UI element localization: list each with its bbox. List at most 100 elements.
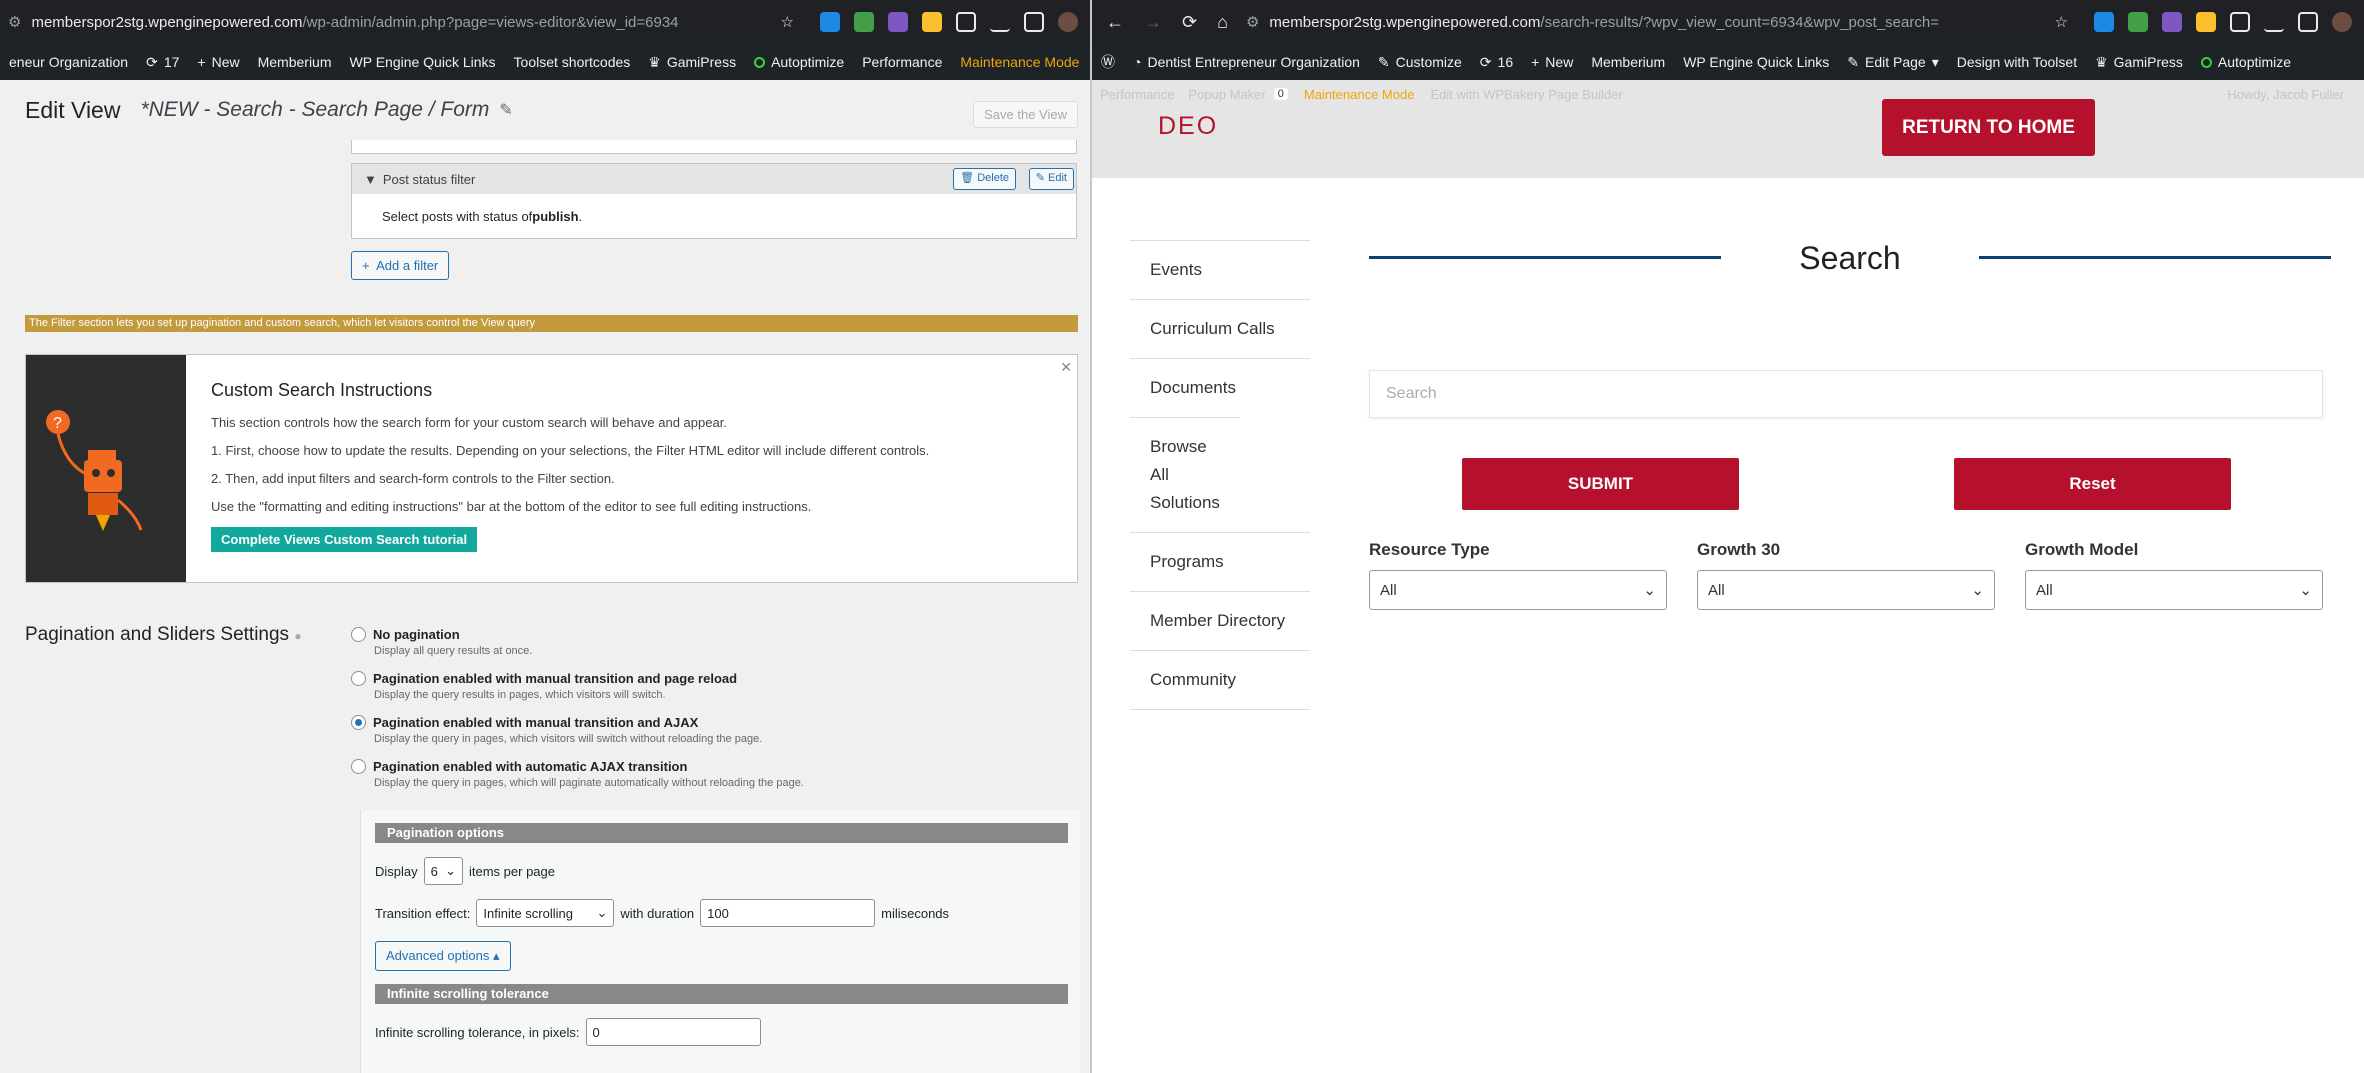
resource-type-select[interactable]: All ⌄: [1369, 570, 1667, 610]
tolerance-input[interactable]: 0: [585, 1018, 761, 1046]
funnel-icon: ▼: [364, 171, 377, 187]
adminbar-new[interactable]: + New: [1522, 54, 1582, 70]
duration-input[interactable]: 100: [700, 899, 876, 927]
radio-auto-ajax[interactable]: Pagination enabled with automatic AJAX t…: [351, 759, 804, 789]
radio-no-pagination[interactable]: No pagination Display all query results a…: [351, 627, 532, 657]
adminbar-toolset[interactable]: Toolset shortcodes: [505, 54, 640, 70]
growth-model-select[interactable]: All ⌄: [2025, 570, 2323, 610]
filter-title: Post status filter: [382, 171, 476, 187]
sidebar-item-community[interactable]: Community: [1130, 650, 1310, 710]
adminbar-howdy[interactable]: Howdy, Jacob Fuller: [2227, 87, 2344, 102]
adminbar-wpengine[interactable]: WP Engine Quick Links: [1674, 54, 1838, 70]
transition-select[interactable]: Infinite scrolling ⌄: [476, 899, 615, 927]
pencil-icon[interactable]: ✎: [499, 100, 512, 120]
adminbar-memberium[interactable]: Memberium: [249, 54, 341, 70]
customize-label: Customize: [1395, 54, 1462, 70]
wordpress-logo-icon[interactable]: Ⓦ: [1092, 52, 1124, 72]
updates-count: 17: [163, 54, 180, 70]
radio-button[interactable]: [351, 671, 366, 686]
caret-up-icon: ▴: [492, 948, 500, 963]
extension-icon[interactable]: [2196, 12, 2216, 32]
site-info-icon[interactable]: ⚙: [8, 13, 21, 31]
extension-icon[interactable]: [820, 12, 840, 32]
radio-button[interactable]: [351, 715, 366, 730]
advanced-options-button[interactable]: Advanced options ▴: [375, 941, 511, 971]
adminbar-wpbakery[interactable]: Edit with WPBakery Page Builder: [1430, 87, 1622, 102]
adminbar-maintenance[interactable]: Maintenance Mode: [951, 54, 1088, 70]
radio-manual-ajax[interactable]: Pagination enabled with manual transitio…: [351, 715, 762, 745]
sidebar-item-programs[interactable]: Programs: [1130, 532, 1310, 591]
growth-30-select[interactable]: All ⌄: [1697, 570, 1995, 610]
adminbar-autoptimize[interactable]: Autoptimize: [2192, 54, 2300, 70]
adminbar-site[interactable]: eneur Organization: [0, 54, 137, 70]
address-bar[interactable]: ← → ⟳ ⌂ ⚙ memberspor2stg.wpenginepowered…: [1092, 0, 2364, 44]
adminbar-new[interactable]: + New: [188, 54, 248, 70]
adminbar-updates[interactable]: ⟳ 16: [1471, 54, 1522, 71]
puzzle-icon[interactable]: [956, 12, 976, 32]
extension-icon[interactable]: [922, 12, 942, 32]
extension-icon[interactable]: [2094, 12, 2114, 32]
items-per-page-select[interactable]: 6 ⌄: [423, 857, 463, 885]
filter-label: Resource Type: [1369, 540, 1490, 559]
adminbar-updates[interactable]: ⟳ 17: [137, 54, 188, 71]
url-text[interactable]: memberspor2stg.wpenginepowered.com/searc…: [1269, 14, 2054, 31]
help-icon[interactable]: ●: [294, 629, 301, 643]
adminbar-memberium[interactable]: Memberium: [1582, 54, 1674, 70]
chevron-down-icon: ⌄: [445, 863, 456, 878]
tutorial-button[interactable]: Complete Views Custom Search tutorial: [211, 527, 478, 552]
adminbar-popup-maker[interactable]: Popup Maker: [1188, 87, 1265, 102]
home-icon[interactable]: ⌂: [1217, 12, 1228, 33]
return-home-button[interactable]: RETURN TO HOME: [1882, 99, 2095, 156]
url-text[interactable]: memberspor2stg.wpenginepowered.com/wp-ad…: [31, 14, 780, 31]
adminbar-gamipress[interactable]: ♛ GamiPress: [2086, 54, 2192, 71]
tolerance-header: Infinite scrolling tolerance: [375, 984, 1068, 1004]
adminbar-toolset[interactable]: Design with Toolset: [1948, 54, 2086, 70]
adminbar-edit-page[interactable]: ✎ Edit Page ▾: [1838, 54, 1947, 71]
extension-icon[interactable]: [2128, 12, 2148, 32]
sidebar-item-events[interactable]: Events: [1130, 240, 1310, 299]
avatar[interactable]: [1058, 12, 1078, 32]
back-icon[interactable]: ←: [1106, 12, 1124, 33]
radio-manual-reload[interactable]: Pagination enabled with manual transitio…: [351, 671, 737, 701]
adminbar-performance[interactable]: Performance: [853, 54, 951, 70]
sidebar-item-browse-all-solutions[interactable]: Browse All Solutions: [1130, 417, 1240, 532]
add-filter-button[interactable]: + Add a filter: [351, 251, 450, 280]
adminbar-wpengine[interactable]: WP Engine Quick Links: [341, 54, 505, 70]
adminbar-maintenance[interactable]: Maintenance Mode: [1304, 87, 1415, 102]
bookmark-star-icon[interactable]: ☆: [2055, 13, 2068, 31]
sidebar-item-documents[interactable]: Documents: [1130, 358, 1310, 417]
download-icon[interactable]: [990, 12, 1010, 32]
radio-button[interactable]: [351, 627, 366, 642]
sidebar-item-curriculum-calls[interactable]: Curriculum Calls: [1130, 299, 1310, 358]
sidebar-icon[interactable]: [1024, 12, 1044, 32]
radio-button[interactable]: [351, 759, 366, 774]
address-bar[interactable]: ⚙ memberspor2stg.wpenginepowered.com/wp-…: [0, 0, 1090, 44]
puzzle-icon[interactable]: [2230, 12, 2250, 32]
submit-button[interactable]: SUBMIT: [1462, 458, 1739, 510]
delete-filter-button[interactable]: 🗑 Delete: [953, 168, 1016, 190]
adminbar-customize[interactable]: ✎ Customize: [1369, 54, 1471, 71]
edit-filter-button[interactable]: ✎ Edit: [1028, 168, 1074, 190]
reload-icon[interactable]: ⟳: [1182, 12, 1197, 33]
extension-icon[interactable]: [2162, 12, 2182, 32]
reset-button[interactable]: Reset: [1954, 458, 2231, 510]
sidebar-icon[interactable]: [2298, 12, 2318, 32]
adminbar-autoptimize[interactable]: Autoptimize: [745, 54, 853, 70]
adminbar-performance[interactable]: Performance: [1100, 87, 1174, 102]
site-info-icon[interactable]: ⚙: [1246, 13, 1259, 31]
adminbar-site[interactable]: ◔ Dentist Entrepreneur Organization: [1124, 54, 1369, 70]
avatar[interactable]: [2332, 12, 2352, 32]
forward-icon[interactable]: →: [1144, 12, 1162, 33]
download-icon[interactable]: [2264, 12, 2284, 32]
sidebar-item-member-directory[interactable]: Member Directory: [1130, 591, 1310, 650]
svg-text:?: ?: [53, 415, 62, 432]
search-input[interactable]: Search: [1369, 370, 2323, 418]
site-logo[interactable]: DEO: [1158, 112, 1218, 141]
view-name[interactable]: *NEW - Search - Search Page / Form: [140, 98, 489, 122]
adminbar-gamipress[interactable]: ♛ GamiPress: [639, 54, 745, 71]
extension-icon[interactable]: [854, 12, 874, 32]
bookmark-star-icon[interactable]: ☆: [781, 13, 794, 31]
extension-icon[interactable]: [888, 12, 908, 32]
close-icon[interactable]: ✕: [1060, 359, 1072, 376]
save-view-button[interactable]: Save the View: [973, 101, 1078, 128]
